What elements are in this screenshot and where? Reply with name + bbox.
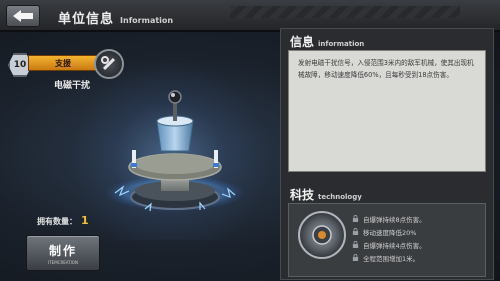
unit-type-icon <box>94 49 124 79</box>
back-button[interactable] <box>6 5 40 27</box>
tech-item-label: 全程范围增加1米。 <box>363 254 420 263</box>
technology-list: 自爆弹持续8点伤害。 移动速度降低20% 自爆弹持续4点伤害。 全程范围增加1米… <box>352 212 482 264</box>
technology-header-en: technology <box>318 193 362 201</box>
info-header-en: information <box>318 40 365 48</box>
quantity-row: 拥有数量： 1 <box>37 214 89 227</box>
category-label: 支援 <box>55 58 71 68</box>
page-title-en: Information <box>120 16 174 25</box>
info-header-cn: 信息 <box>290 35 315 49</box>
topbar-stripe <box>230 6 460 18</box>
unit-name: 电磁干扰 <box>53 81 90 91</box>
category-banner: 支援 <box>28 55 98 71</box>
page-title: 单位信息 Information <box>58 8 173 27</box>
wrench-icon <box>101 56 116 71</box>
technology-header: 科技 technology <box>290 186 362 203</box>
quantity-label: 拥有数量： <box>37 217 77 226</box>
page-title-cn: 单位信息 <box>58 12 115 27</box>
quantity-value: 1 <box>81 214 89 227</box>
tech-item[interactable]: 移动速度降低20% <box>352 225 482 238</box>
tech-item-label: 移动速度降低20% <box>363 228 417 237</box>
tech-item-label: 自爆弹持续4点伤害。 <box>363 241 426 250</box>
back-arrow-icon <box>13 10 33 22</box>
make-button-sublabel: ITEMCREATION <box>48 259 78 265</box>
tech-item-label: 自爆弹持续8点伤害。 <box>363 215 426 224</box>
tech-item[interactable]: 自爆弹持续4点伤害。 <box>352 238 482 251</box>
level-value: 10 <box>13 60 27 70</box>
technology-emblem-icon <box>298 211 346 259</box>
info-description: 发射电磁干扰信号，入侵范围3米内的敌军机械，使其出现机械故障，移动速度降低60%… <box>298 59 474 79</box>
lock-icon <box>352 215 359 222</box>
lock-icon <box>352 228 359 235</box>
tech-item[interactable]: 全程范围增加1米。 <box>352 251 482 264</box>
tech-item[interactable]: 自爆弹持续8点伤害。 <box>352 212 482 225</box>
tech-core-icon <box>312 225 332 245</box>
unit-model-emp-tower <box>105 90 245 212</box>
lock-icon <box>352 254 359 261</box>
info-header: 信息 information <box>290 33 364 50</box>
technology-header-cn: 科技 <box>290 188 315 202</box>
make-button[interactable]: 制作 ITEMCREATION <box>26 235 100 271</box>
lock-icon <box>352 241 359 248</box>
make-button-label: 制作 <box>48 243 77 258</box>
